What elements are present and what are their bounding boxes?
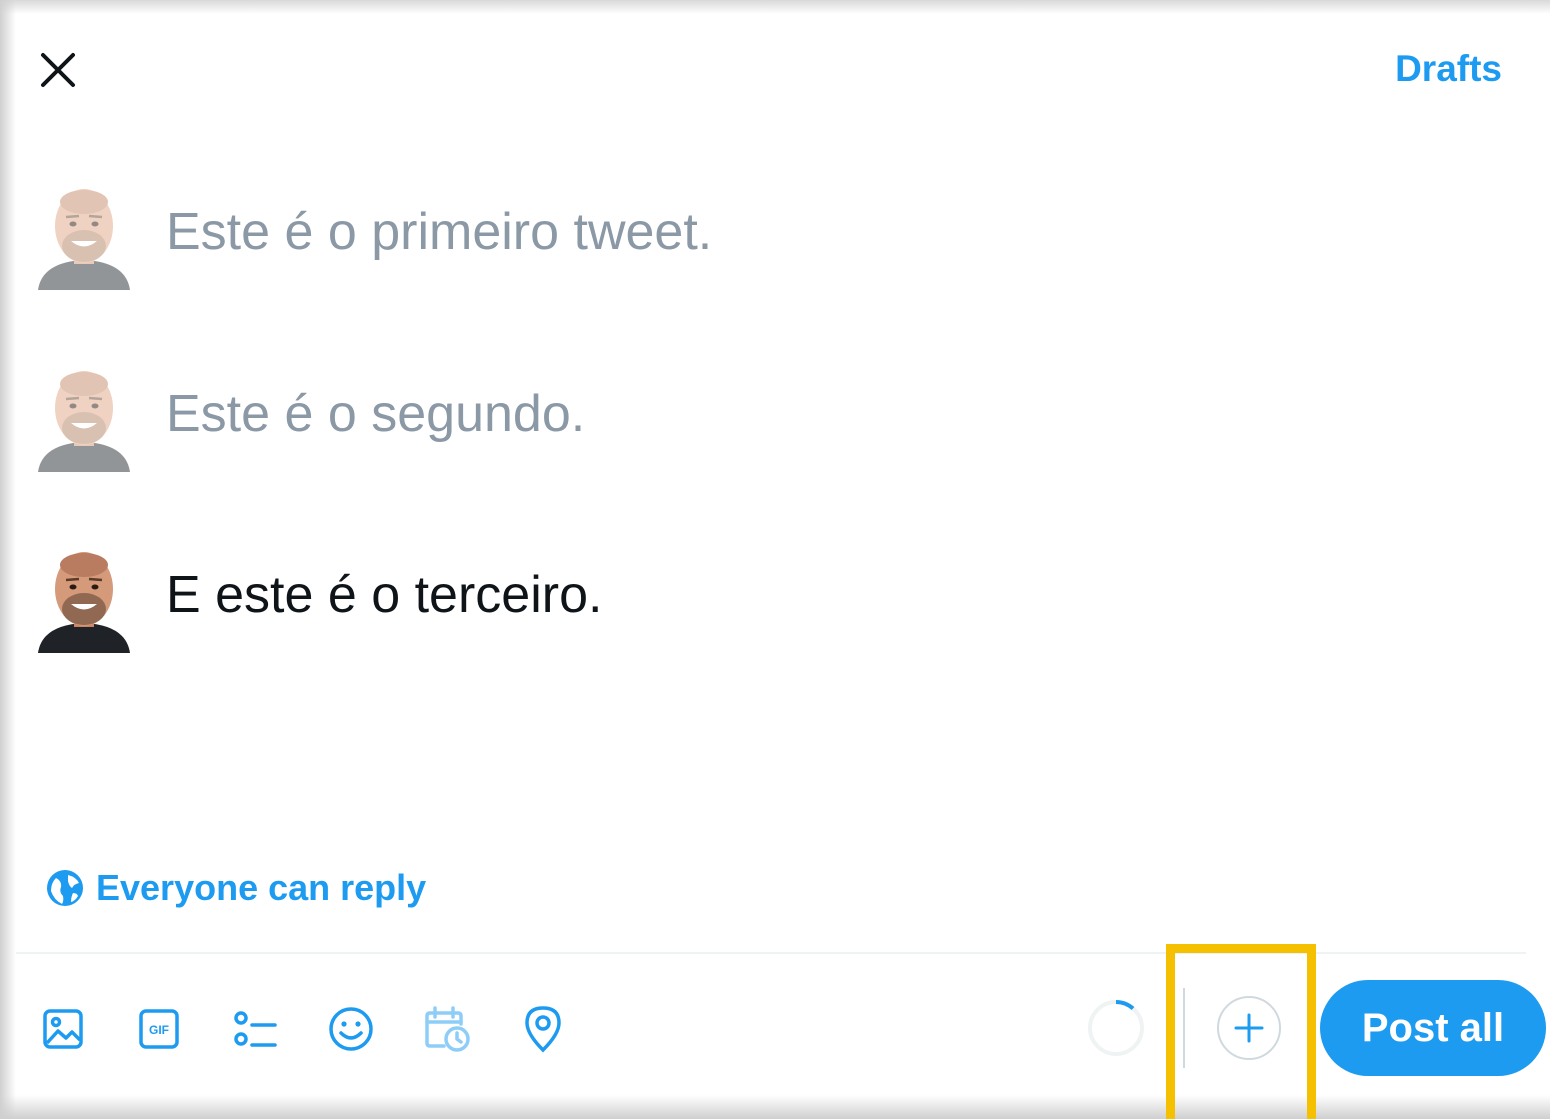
reply-setting-button[interactable]: Everyone can reply [46,864,426,912]
add-poll-button[interactable] [228,1002,282,1056]
schedule-button[interactable] [420,1002,474,1056]
close-icon [41,53,75,87]
dialog-shadow-left [0,0,16,1119]
add-emoji-button[interactable] [324,1002,378,1056]
avatar [38,371,130,472]
add-media-button[interactable] [36,1002,90,1056]
svg-text:GIF: GIF [149,1023,169,1037]
add-gif-button[interactable]: GIF [132,1002,186,1056]
add-location-button[interactable] [516,1002,570,1056]
thread-tweet-1[interactable]: Este é o primeiro tweet. [34,184,1434,294]
post-all-button[interactable]: Post all [1320,980,1546,1076]
tweet-text[interactable]: Este é o segundo. [166,384,585,444]
avatar [38,552,130,653]
tweet-text[interactable]: E este é o terceiro. [166,565,602,625]
dialog-shadow-top [0,0,1550,14]
globe-icon [47,870,83,906]
schedule-icon [425,1006,470,1052]
compose-dialog: Drafts Este é o primeiro tweet. Este é o… [0,0,1550,1119]
poll-icon [234,1011,277,1047]
thread-tweet-2[interactable]: Este é o segundo. [34,366,1434,476]
avatar [38,189,130,290]
image-icon [43,1009,83,1049]
highlight-box [1166,944,1316,1119]
close-button[interactable] [28,40,88,100]
character-count-ring [1088,1000,1144,1056]
location-icon [525,1006,561,1053]
dialog-shadow-bottom [0,1095,1550,1119]
drafts-button[interactable]: Drafts [1395,48,1502,90]
reply-setting-label: Everyone can reply [96,867,427,908]
emoji-icon [329,1007,373,1051]
tweet-text[interactable]: Este é o primeiro tweet. [166,202,712,262]
thread-tweet-3[interactable]: E este é o terceiro. [34,547,1434,657]
gif-icon: GIF [139,1009,179,1049]
